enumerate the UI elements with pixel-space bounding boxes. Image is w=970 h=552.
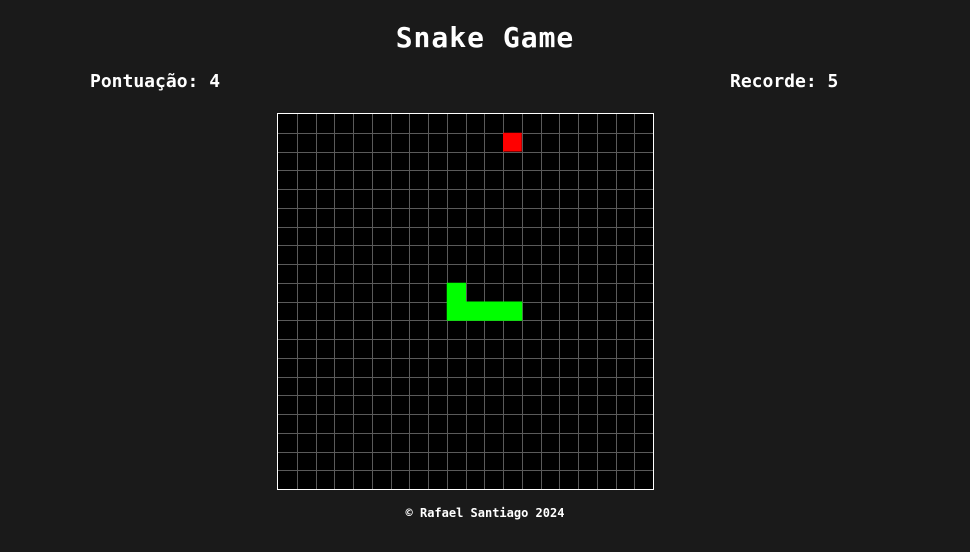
- game-page: Snake Game Pontuação: 4 Recorde: 5 © Raf…: [0, 0, 970, 552]
- game-title: Snake Game: [395, 21, 575, 54]
- snake-head-segment: [446, 301, 466, 321]
- snake-body-segment: [446, 282, 466, 302]
- snake-body-segment: [465, 301, 485, 321]
- score-display: Pontuação: 4: [90, 71, 221, 92]
- food-cell: [503, 132, 522, 152]
- game-board-canvas[interactable]: [278, 114, 653, 489]
- snake-body-segment: [503, 301, 523, 321]
- record-display: Recorde: 5: [730, 71, 839, 92]
- footer-copyright: © Rafael Santiago 2024: [405, 506, 565, 520]
- snake-body-segment: [484, 301, 504, 321]
- game-board[interactable]: [277, 113, 654, 490]
